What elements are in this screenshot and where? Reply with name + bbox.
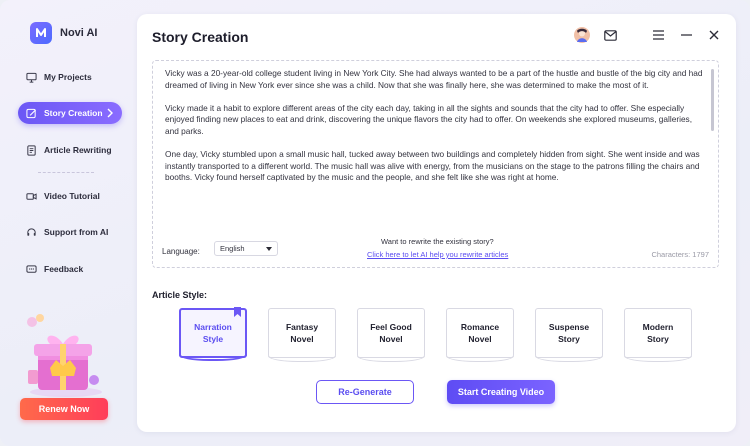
sidebar-item-support-from-ai[interactable]: Support from AI: [18, 221, 122, 243]
scrollbar[interactable]: [711, 69, 714, 131]
avatar[interactable]: [574, 27, 590, 43]
chevron-right-icon: [107, 108, 113, 118]
app-logo: Novi AI: [30, 22, 98, 44]
gift-box-illustration: [20, 308, 112, 398]
style-option-text: Suspense Story: [548, 321, 590, 345]
minimize-icon[interactable]: [678, 27, 694, 43]
headset-icon: [27, 227, 36, 236]
sidebar-item-article-rewriting[interactable]: Article Rewriting: [18, 139, 122, 161]
mail-icon[interactable]: [602, 27, 618, 43]
story-paragraph: Vicky made it a habit to explore differe…: [165, 102, 693, 136]
language-value: English: [220, 244, 245, 253]
sidebar-item-label: Support from AI: [44, 227, 109, 237]
bookmark-icon: [234, 307, 241, 317]
sidebar-item-label: Video Tutorial: [44, 191, 100, 201]
close-icon[interactable]: [706, 27, 722, 43]
main-panel: Story Creation Vicky was a 20-year-old c…: [137, 14, 736, 432]
style-option-text: Fantasy Novel: [285, 321, 319, 345]
monitor-icon: [26, 72, 37, 83]
document-icon: [27, 144, 36, 156]
style-option-feel-good[interactable]: Feel Good Novel: [357, 308, 425, 362]
language-label: Language:: [162, 247, 200, 256]
chat-icon: [26, 264, 37, 273]
style-option-suspense[interactable]: Suspense Story: [535, 308, 603, 362]
app-name: Novi AI: [60, 27, 98, 39]
rewrite-link[interactable]: Click here to let AI help you rewrite ar…: [367, 250, 508, 259]
window-controls: [574, 27, 722, 43]
sidebar-item-label: Story Creation: [44, 108, 103, 118]
sidebar-item-label: Feedback: [44, 264, 84, 274]
caret-down-icon: [266, 247, 272, 251]
style-option-text: Narration Style: [194, 321, 232, 345]
sidebar-item-story-creation[interactable]: Story Creation: [18, 102, 122, 124]
regenerate-button[interactable]: Re-Generate: [316, 380, 414, 404]
video-icon: [26, 192, 37, 200]
style-option-text: Feel Good Novel: [370, 321, 412, 345]
character-count: Characters: 1797: [651, 250, 709, 259]
menu-icon[interactable]: [650, 27, 666, 43]
style-option-narration[interactable]: Narration Style: [179, 307, 247, 361]
sidebar-item-my-projects[interactable]: My Projects: [18, 66, 122, 88]
sidebar-item-video-tutorial[interactable]: Video Tutorial: [18, 185, 122, 207]
style-option-romance[interactable]: Romance Novel: [446, 308, 514, 362]
style-option-text: Romance Novel: [460, 321, 500, 345]
style-option-text: Modern Story: [642, 321, 674, 345]
app-window: Novi AI My Projects Story Creation Artic…: [0, 0, 750, 446]
page-title: Story Creation: [152, 29, 249, 45]
rewrite-question: Want to rewrite the existing story?: [381, 237, 494, 246]
style-option-fantasy[interactable]: Fantasy Novel: [268, 308, 336, 362]
style-option-modern[interactable]: Modern Story: [624, 308, 692, 362]
story-paragraph: Vicky was a 20-year-old college student …: [165, 68, 703, 90]
story-text-area[interactable]: Vicky was a 20-year-old college student …: [152, 60, 719, 268]
renew-now-button[interactable]: Renew Now: [20, 398, 108, 420]
language-select[interactable]: English: [214, 241, 278, 256]
story-paragraph: One day, Vicky stumbled upon a small mus…: [165, 149, 700, 183]
sidebar: Novi AI My Projects Story Creation Artic…: [0, 0, 132, 446]
sidebar-item-label: My Projects: [44, 72, 92, 82]
start-creating-video-button[interactable]: Start Creating Video: [447, 380, 555, 404]
story-content[interactable]: Vicky was a 20-year-old college student …: [165, 68, 707, 228]
edit-icon: [26, 108, 37, 118]
novi-logo-icon: [30, 22, 52, 44]
article-style-label: Article Style:: [152, 290, 208, 300]
sidebar-item-label: Article Rewriting: [44, 145, 112, 155]
sidebar-item-feedback[interactable]: Feedback: [18, 258, 122, 280]
sidebar-divider: [38, 172, 94, 173]
